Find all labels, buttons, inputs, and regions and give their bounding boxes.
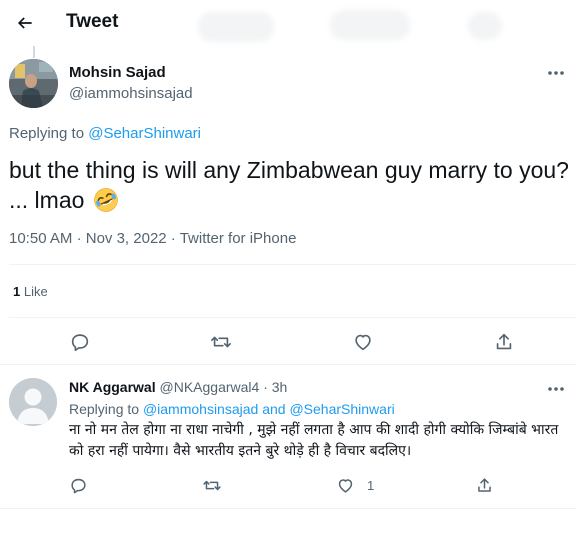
author-handle[interactable]: @iammohsinsajad xyxy=(69,85,193,102)
more-dots-icon xyxy=(548,387,564,391)
blurred-header-area xyxy=(330,10,410,40)
more-options-button[interactable] xyxy=(542,62,570,84)
reply-retweet-button[interactable] xyxy=(202,474,222,496)
retweet-button[interactable] xyxy=(208,329,234,355)
reply-button[interactable] xyxy=(67,329,93,355)
avatar-photo xyxy=(9,59,58,108)
reply-replying-to-line: Replying to @iammohsinsajad and @SeharSh… xyxy=(69,401,395,417)
replying-to-link[interactable]: @iammohsinsajad xyxy=(143,401,258,417)
replying-to-line: Replying to @SeharShinwari xyxy=(9,125,201,142)
more-dots-icon xyxy=(548,71,564,75)
tweet-text: but the thing is will any Zimbabwean guy… xyxy=(9,155,569,215)
page-title: Tweet xyxy=(66,11,119,32)
reply-header: NK Aggarwal @NKAggarwal4 · 3h xyxy=(69,379,287,395)
blurred-header-area xyxy=(198,12,274,42)
reply-text: ना नो मन तेल होगा ना राधा नाचेगी , मुझे … xyxy=(69,422,559,459)
meta-separator: · xyxy=(170,230,176,247)
replying-and: and xyxy=(262,401,286,417)
divider xyxy=(0,508,576,509)
likes-count: 1 xyxy=(13,284,21,299)
share-icon xyxy=(496,333,512,350)
heart-icon xyxy=(355,334,371,351)
tweet-text-line: but the thing is will any Zimbabwean guy… xyxy=(9,157,569,183)
reply-avatar[interactable] xyxy=(9,378,57,426)
thread-connector-line xyxy=(33,46,35,58)
tweet-actions-bar xyxy=(0,323,576,359)
replying-prefix: Replying to xyxy=(9,125,85,142)
reply-actions-bar: 1 xyxy=(0,472,576,498)
reply-icon xyxy=(71,334,89,352)
divider xyxy=(9,264,576,265)
back-arrow-icon xyxy=(17,17,32,29)
like-button[interactable] xyxy=(350,329,376,355)
retweet-icon xyxy=(203,480,221,490)
divider xyxy=(9,317,576,318)
reply-like-count: 1 xyxy=(367,477,375,493)
likes-label: Like xyxy=(23,284,48,299)
heart-icon xyxy=(338,478,353,493)
reply-author-name[interactable]: NK Aggarwal xyxy=(69,379,156,395)
tweet-time[interactable]: 10:50 AM xyxy=(9,230,72,247)
replying-prefix: Replying to xyxy=(69,401,140,417)
author-name[interactable]: Mohsin Sajad xyxy=(69,64,166,81)
reply-author-handle[interactable]: @NKAggarwal4 xyxy=(160,379,260,395)
share-button[interactable] xyxy=(491,329,517,355)
reply-more-options-button[interactable] xyxy=(542,378,570,400)
replying-to-link[interactable]: @SeharShinwari xyxy=(88,125,201,142)
retweet-icon xyxy=(211,336,231,348)
share-icon xyxy=(478,477,491,492)
tweet-source[interactable]: Twitter for iPhone xyxy=(180,230,297,247)
reply-like-button[interactable]: 1 xyxy=(336,474,374,496)
tweet-date[interactable]: Nov 3, 2022 xyxy=(86,230,167,247)
reply-share-button[interactable] xyxy=(475,474,494,496)
top-bar: Tweet xyxy=(0,0,576,46)
tweet-text-line: ... lmao xyxy=(9,187,85,213)
rolling-laughing-emoji-icon xyxy=(94,188,118,212)
replying-to-link[interactable]: @SeharShinwari xyxy=(289,401,394,417)
meta-separator: · xyxy=(76,230,82,247)
back-button[interactable] xyxy=(8,6,42,40)
default-profile-icon xyxy=(9,378,57,426)
blurred-header-area xyxy=(468,12,502,40)
avatar[interactable] xyxy=(9,59,58,108)
tweet-text-line-2: ... lmao xyxy=(9,185,569,215)
reply-time[interactable]: 3h xyxy=(272,379,288,395)
tweet-meta: 10:50 AM · Nov 3, 2022 · Twitter for iPh… xyxy=(9,230,296,247)
likes-stat[interactable]: 1 Like xyxy=(13,284,48,299)
divider xyxy=(0,364,576,365)
meta-separator: · xyxy=(263,379,268,395)
reply-icon xyxy=(71,478,86,493)
reply-reply-button[interactable] xyxy=(69,474,88,496)
